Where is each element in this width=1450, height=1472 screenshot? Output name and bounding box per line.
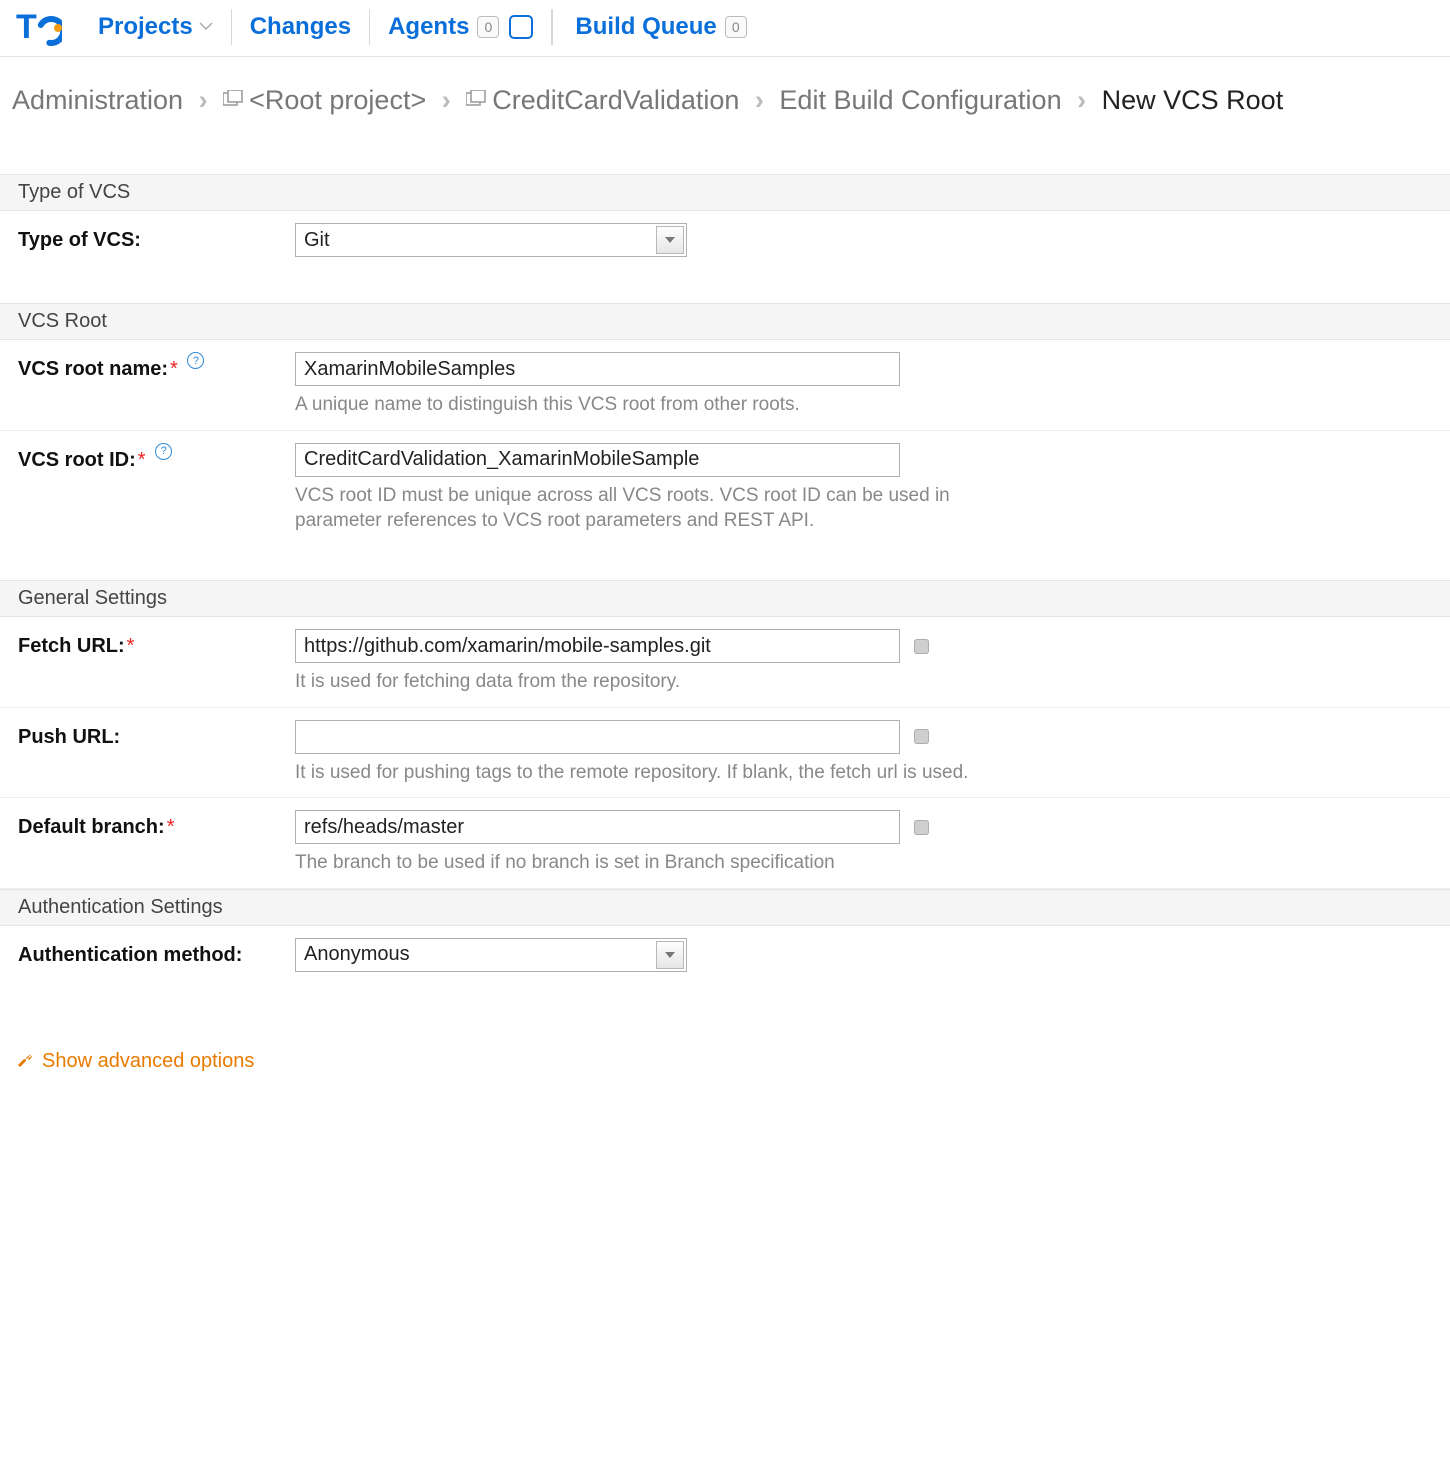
default-branch-label: Default branch: [18, 816, 165, 838]
nav-agents-label: Agents [388, 13, 469, 41]
chevron-down-icon [199, 22, 213, 32]
section-vcs-root: VCS Root [0, 303, 1450, 340]
project-icon [223, 80, 243, 119]
crumb-project[interactable]: CreditCardValidation [492, 85, 739, 115]
top-nav: T Projects Changes Agents 0 Build Queue … [0, 0, 1450, 57]
nav-agents[interactable]: Agents 0 [370, 9, 552, 45]
vcs-root-id-label: VCS root ID: [18, 449, 136, 471]
vcs-root-name-input[interactable] [295, 352, 900, 386]
queue-count-badge: 0 [725, 16, 747, 38]
show-advanced-options-label: Show advanced options [42, 1050, 254, 1073]
project-icon [466, 80, 486, 119]
help-icon[interactable]: ? [187, 352, 204, 369]
vcs-root-name-hint: A unique name to distinguish this VCS ro… [295, 392, 1432, 418]
default-branch-input[interactable] [295, 810, 900, 844]
section-auth-settings: Authentication Settings [0, 889, 1450, 926]
nav-queue-label: Build Queue [575, 13, 716, 41]
field-action-icon[interactable] [914, 729, 929, 744]
crumb-edit-build[interactable]: Edit Build Configuration [779, 85, 1061, 115]
chevron-right-icon: › [747, 85, 772, 115]
crumb-current: New VCS Root [1102, 85, 1284, 115]
fetch-url-label: Fetch URL: [18, 635, 125, 657]
vcs-root-form: Type of VCS Type of VCS: Git VCS Root VC… [0, 130, 1450, 1091]
agent-status-icon [509, 15, 533, 39]
field-action-icon[interactable] [914, 639, 929, 654]
show-advanced-options-link[interactable]: Show advanced options [0, 1024, 270, 1091]
push-url-hint: It is used for pushing tags to the remot… [295, 760, 1432, 786]
auth-method-value: Anonymous [304, 943, 410, 966]
vcs-root-name-label: VCS root name: [18, 358, 168, 380]
auth-method-label: Authentication method: [18, 938, 295, 967]
nav-projects[interactable]: Projects [80, 9, 232, 45]
section-type-of-vcs: Type of VCS [0, 174, 1450, 211]
fetch-url-hint: It is used for fetching data from the re… [295, 669, 1432, 695]
teamcity-logo[interactable]: T [16, 8, 62, 46]
field-action-icon[interactable] [914, 820, 929, 835]
wrench-icon [16, 1052, 34, 1070]
fetch-url-input[interactable] [295, 629, 900, 663]
type-of-vcs-value: Git [304, 229, 330, 252]
nav-changes[interactable]: Changes [232, 9, 370, 45]
type-of-vcs-select[interactable]: Git [295, 223, 687, 257]
vcs-root-id-hint: VCS root ID must be unique across all VC… [295, 483, 965, 534]
help-icon[interactable]: ? [155, 443, 172, 460]
vcs-root-id-input[interactable] [295, 443, 900, 477]
dropdown-button-icon [656, 941, 684, 969]
chevron-right-icon: › [1069, 85, 1094, 115]
nav-changes-label: Changes [250, 13, 351, 41]
breadcrumb: Administration › <Root project> › Credit… [0, 57, 1450, 130]
auth-method-select[interactable]: Anonymous [295, 938, 687, 972]
dropdown-button-icon [656, 226, 684, 254]
crumb-root-project[interactable]: <Root project> [249, 85, 426, 115]
push-url-label: Push URL: [18, 726, 120, 748]
push-url-input[interactable] [295, 720, 900, 754]
type-of-vcs-label: Type of VCS: [18, 223, 295, 252]
chevron-right-icon: › [191, 85, 216, 115]
nav-projects-label: Projects [98, 13, 193, 41]
agents-count-badge: 0 [477, 16, 499, 38]
nav-build-queue[interactable]: Build Queue 0 [557, 9, 764, 45]
chevron-right-icon: › [434, 85, 459, 115]
svg-text:T: T [16, 8, 37, 46]
crumb-administration[interactable]: Administration [12, 85, 183, 115]
default-branch-hint: The branch to be used if no branch is se… [295, 850, 1432, 876]
section-general-settings: General Settings [0, 580, 1450, 617]
